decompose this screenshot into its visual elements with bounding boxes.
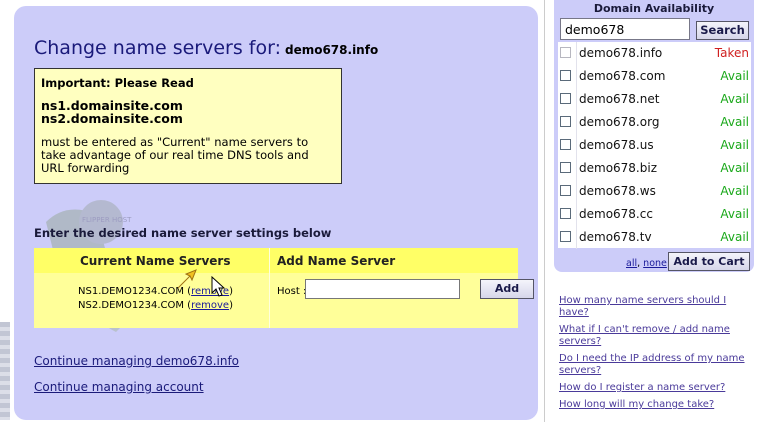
- domain-availability-panel: Domain Availability Search demo678.info …: [554, 0, 754, 272]
- select-all-link[interactable]: all: [626, 258, 637, 269]
- select-separator: ,: [637, 258, 641, 269]
- faq-link[interactable]: Do I need the IP address of my name serv…: [559, 353, 749, 377]
- domain-checkbox[interactable]: [560, 231, 571, 242]
- domain-row: demo678.us Avail: [558, 134, 751, 157]
- faq-link[interactable]: How many name servers should I have?: [559, 295, 749, 319]
- domain-checkbox[interactable]: [560, 93, 571, 104]
- domain-status: Avail: [720, 115, 749, 129]
- select-links: all, none: [626, 258, 667, 269]
- logo-badge-text: FLIPPER HOST: [82, 216, 132, 224]
- continue-domain-link[interactable]: Continue managing demo678.info: [34, 354, 239, 368]
- domain-status: Avail: [720, 207, 749, 221]
- domain-search-input[interactable]: [560, 18, 690, 40]
- name-server-table: Current Name Servers Add Name Server NS1…: [34, 248, 534, 328]
- page-title-domain: demo678.info: [284, 43, 379, 57]
- domain-results-list: demo678.info Taken demo678.com Avail dem…: [558, 42, 751, 249]
- domain-name: demo678.us: [579, 138, 654, 152]
- domain-checkbox[interactable]: [560, 162, 571, 173]
- domain-row: demo678.info Taken: [558, 42, 751, 65]
- current-server-row: NS1.DEMO1234.COM (remove): [78, 286, 233, 297]
- domain-name: demo678.net: [579, 92, 660, 106]
- add-to-cart-button[interactable]: Add to Cart: [668, 252, 750, 271]
- domain-status: Taken: [714, 46, 749, 60]
- table-header: Current Name Servers Add Name Server: [34, 248, 518, 273]
- notice-heading: Important: Please Read: [41, 76, 194, 90]
- domain-status: Avail: [720, 92, 749, 106]
- domain-checkbox[interactable]: [560, 208, 571, 219]
- domain-row: demo678.org Avail: [558, 111, 751, 134]
- select-none-link[interactable]: none: [643, 258, 667, 269]
- faq-link[interactable]: What if I can't remove / add name server…: [559, 324, 749, 348]
- domain-name: demo678.org: [579, 115, 660, 129]
- section-label: Enter the desired name server settings b…: [34, 226, 332, 240]
- domain-name: demo678.biz: [579, 161, 657, 175]
- server-name: NS2.DEMO1234.COM: [78, 300, 184, 311]
- domain-row: demo678.biz Avail: [558, 157, 751, 180]
- availability-title: Domain Availability: [593, 2, 715, 15]
- domain-name: demo678.com: [579, 69, 666, 83]
- domain-status: Avail: [720, 161, 749, 175]
- host-label: Host :: [277, 286, 307, 297]
- domain-status: Avail: [720, 184, 749, 198]
- page-title: Change name servers for: demo678.info: [34, 37, 378, 59]
- domain-checkbox[interactable]: [560, 139, 571, 150]
- remove-ns2-link[interactable]: remove: [191, 300, 229, 311]
- domain-checkbox[interactable]: [560, 70, 571, 81]
- pointer-arrow-icon: [177, 269, 197, 289]
- domain-checkbox: [560, 47, 571, 58]
- notice-ns2: ns2.domainsite.com: [41, 111, 183, 126]
- domain-row: demo678.net Avail: [558, 88, 751, 111]
- domain-checkbox[interactable]: [560, 116, 571, 127]
- domain-name: demo678.tv: [579, 230, 652, 244]
- mouse-cursor-icon: [211, 276, 226, 297]
- domain-status: Avail: [720, 69, 749, 83]
- column-divider: [269, 248, 270, 328]
- current-servers-header: Current Name Servers: [80, 254, 231, 268]
- add-name-server-button[interactable]: Add: [480, 279, 534, 299]
- search-button[interactable]: Search: [696, 21, 749, 40]
- server-name: NS1.DEMO1234.COM: [78, 286, 184, 297]
- domain-row: demo678.ws Avail: [558, 180, 751, 203]
- host-input[interactable]: [305, 279, 460, 299]
- faq-link[interactable]: How do I register a name server?: [559, 382, 749, 394]
- main-panel: FLIPPER HOST FlipperHost an invest lion …: [14, 6, 538, 420]
- page-title-label: Change name servers for:: [34, 37, 281, 59]
- faq-link[interactable]: How long will my change take?: [559, 399, 749, 411]
- continue-account-link[interactable]: Continue managing account: [34, 380, 204, 394]
- domain-checkbox[interactable]: [560, 185, 571, 196]
- sidebar-divider: [544, 0, 545, 422]
- domain-row: demo678.cc Avail: [558, 203, 751, 226]
- important-notice: Important: Please Read ns1.domainsite.co…: [34, 68, 342, 184]
- domain-status: Avail: [720, 230, 749, 244]
- add-server-header: Add Name Server: [277, 254, 396, 268]
- domain-row: demo678.com Avail: [558, 65, 751, 88]
- domain-row: demo678.tv Avail: [558, 226, 751, 249]
- domain-status: Avail: [720, 138, 749, 152]
- domain-name: demo678.info: [579, 46, 663, 60]
- current-server-row: NS2.DEMO1234.COM (remove): [78, 300, 233, 311]
- domain-name: demo678.cc: [579, 207, 653, 221]
- notice-description: must be entered as "Current" name server…: [41, 135, 309, 175]
- decorative-strip: [0, 322, 10, 420]
- domain-name: demo678.ws: [579, 184, 656, 198]
